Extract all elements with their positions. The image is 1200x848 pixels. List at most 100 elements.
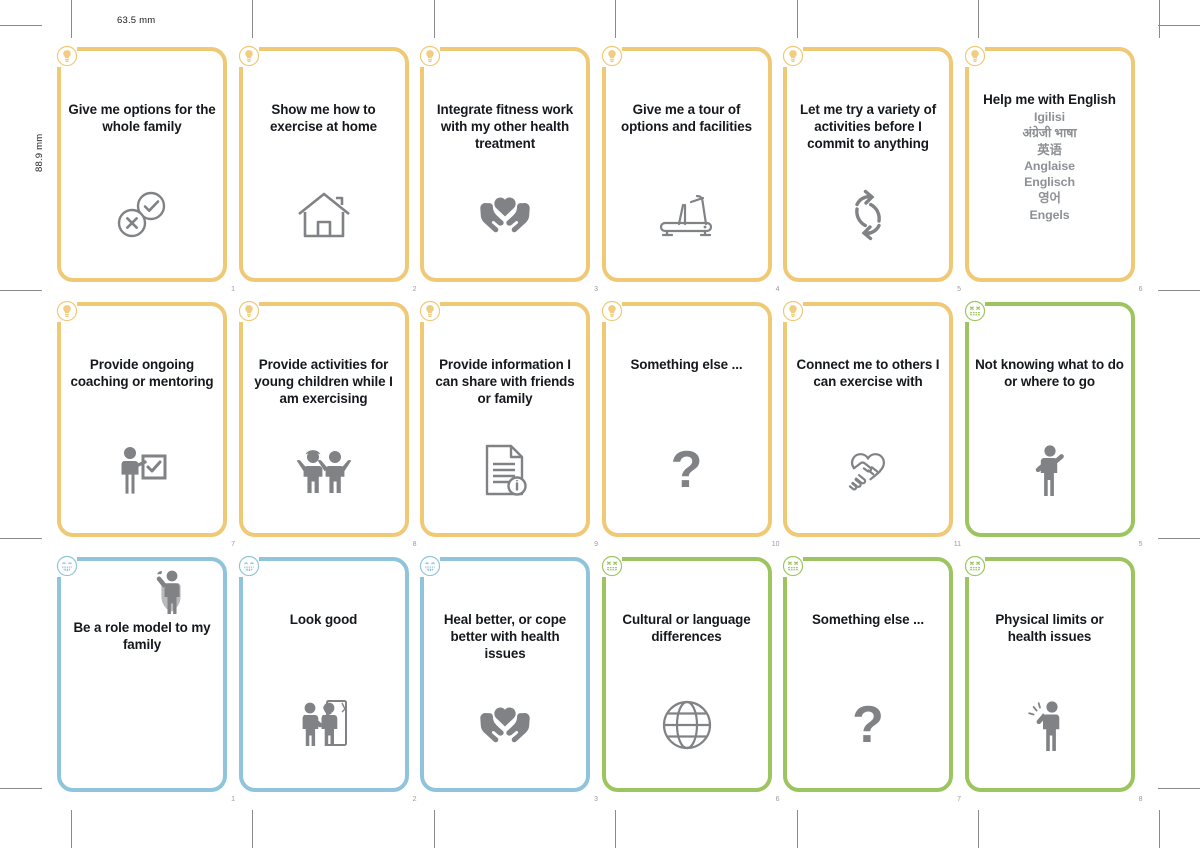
question-mark-icon: ? <box>852 696 884 754</box>
card-subtitle-translations: Igilisi अंग्रेजी भाषा 英语 Anglaise Englisch 영어… <box>975 109 1125 223</box>
card[interactable]: Integrate fitness work with my other hea… <box>414 41 598 293</box>
crop-mark-vertical <box>434 0 435 38</box>
card[interactable]: Connect me to others I can exercise with… <box>777 296 961 548</box>
card-title: Give me options for the whole family <box>68 102 216 135</box>
two-children-icon <box>239 439 409 501</box>
card-number: 6 <box>775 796 780 803</box>
lightbulb-icon <box>419 300 441 322</box>
grinning-face-icon <box>56 555 78 577</box>
lightbulb-icon <box>782 45 804 67</box>
card-title: Heal better, or cope better with health … <box>443 612 567 662</box>
card-number: 5 <box>957 286 961 293</box>
card[interactable]: Provide information I can share with fri… <box>414 296 598 548</box>
card-title: Integrate fitness work with my other hea… <box>436 102 574 152</box>
globe-icon <box>602 694 772 756</box>
card-frame <box>420 557 590 792</box>
frustrated-face-icon <box>964 555 986 577</box>
card[interactable]: Let me try a variety of activities befor… <box>777 41 961 293</box>
crop-mark-vertical <box>615 810 616 848</box>
card-frame <box>964 557 1135 792</box>
crop-mark-vertical <box>71 810 72 848</box>
heart-in-hands-icon <box>420 694 590 756</box>
card-frame <box>420 302 590 537</box>
card-number: 3 <box>594 796 598 803</box>
card-title: Connect me to others I can exercise with <box>796 357 940 390</box>
card-frame <box>783 47 953 282</box>
lightbulb-icon <box>601 300 623 322</box>
crop-mark-horizontal <box>0 788 42 789</box>
card[interactable]: Look good 2 <box>232 551 417 803</box>
card-number: 2 <box>412 796 417 803</box>
frustrated-face-icon <box>782 555 804 577</box>
card[interactable]: Provide activities for young children wh… <box>232 296 417 548</box>
treadmill-icon <box>602 184 772 246</box>
check-cross-circles-icon <box>57 184 227 246</box>
card[interactable]: Physical limits or health issues 8 <box>958 551 1143 803</box>
card-title: Something else ... <box>811 612 925 627</box>
grinning-face-icon <box>419 555 441 577</box>
person-in-pain-icon <box>965 694 1135 756</box>
grinning-face-icon <box>238 555 260 577</box>
card-title: Physical limits or health issues <box>995 612 1104 645</box>
card[interactable]: Something else ...? 10 <box>595 296 780 548</box>
crop-mark-vertical <box>71 0 72 38</box>
cycle-arrows-icon <box>783 184 953 246</box>
crop-mark-horizontal <box>1158 25 1200 26</box>
card-number: 1 <box>231 286 235 293</box>
card[interactable]: Be a role model to my family 1 <box>51 551 235 803</box>
card-number: 6 <box>1138 286 1143 293</box>
card-number: 7 <box>957 796 961 803</box>
lightbulb-icon <box>238 300 260 322</box>
crop-mark-vertical <box>1159 810 1160 848</box>
lightbulb-icon <box>419 45 441 67</box>
crop-mark-horizontal <box>1158 538 1200 539</box>
question-mark-icon: ? <box>670 441 703 499</box>
crop-mark-vertical <box>797 810 798 848</box>
translation-line: अंग्रेजी भाषा <box>1022 126 1077 141</box>
frustrated-face-icon <box>964 300 986 322</box>
card[interactable]: Give me a tour of options and facilities… <box>595 41 780 293</box>
frustrated-face-icon <box>601 555 623 577</box>
handshake-heart-icon <box>783 439 953 501</box>
translation-line: Igilisi <box>1034 110 1065 125</box>
lightbulb-icon <box>56 45 78 67</box>
card-number: 8 <box>1138 796 1143 803</box>
superhero-icon <box>113 565 227 615</box>
crop-mark-vertical <box>797 0 798 38</box>
card[interactable]: Something else ...? 7 <box>777 551 961 803</box>
card[interactable]: Give me options for the whole family 1 <box>51 41 235 293</box>
card[interactable]: Not knowing what to do or where to go 5 <box>958 296 1143 548</box>
crop-mark-vertical <box>434 810 435 848</box>
height-dimension-label: 88.9 mm <box>34 133 45 172</box>
crop-mark-vertical <box>252 0 253 38</box>
card-number: 10 <box>771 541 780 548</box>
card-number: 5 <box>1138 541 1143 548</box>
card-number: 2 <box>412 286 417 293</box>
crop-mark-horizontal <box>1158 788 1200 789</box>
card-title: Not knowing what to do or where to go <box>975 357 1124 390</box>
card[interactable]: Heal better, or cope better with health … <box>414 551 598 803</box>
crop-mark-horizontal <box>1158 290 1200 291</box>
card-title: Help me with English Igilisi अंग्रेजी भाषा… <box>975 91 1125 223</box>
translation-line: 英语 <box>1037 142 1062 157</box>
card-frame <box>783 557 953 792</box>
card-frame <box>601 47 772 282</box>
card-number: 11 <box>953 541 961 548</box>
house-icon <box>239 184 409 246</box>
card-number: 4 <box>775 286 780 293</box>
translation-line: Anglaise <box>1024 158 1075 173</box>
crop-mark-horizontal <box>0 538 42 539</box>
crop-mark-vertical <box>615 0 616 38</box>
card[interactable]: Show me how to exercise at home 2 <box>232 41 417 293</box>
card-frame <box>57 47 227 282</box>
card-number: 9 <box>594 541 598 548</box>
print-sheet: 63.5 mm 88.9 mm Give me options for the … <box>0 0 1200 848</box>
card[interactable]: Cultural or language differences 6 <box>595 551 780 803</box>
lightbulb-icon <box>782 300 804 322</box>
card-number: 7 <box>231 541 235 548</box>
card-frame <box>601 557 772 792</box>
card[interactable]: Help me with English Igilisi अंग्रेजी भाषा… <box>958 41 1143 293</box>
card-title: Cultural or language differences <box>622 612 751 645</box>
crop-mark-horizontal <box>0 25 42 26</box>
card[interactable]: Provide ongoing coaching or mentoring 7 <box>51 296 235 548</box>
